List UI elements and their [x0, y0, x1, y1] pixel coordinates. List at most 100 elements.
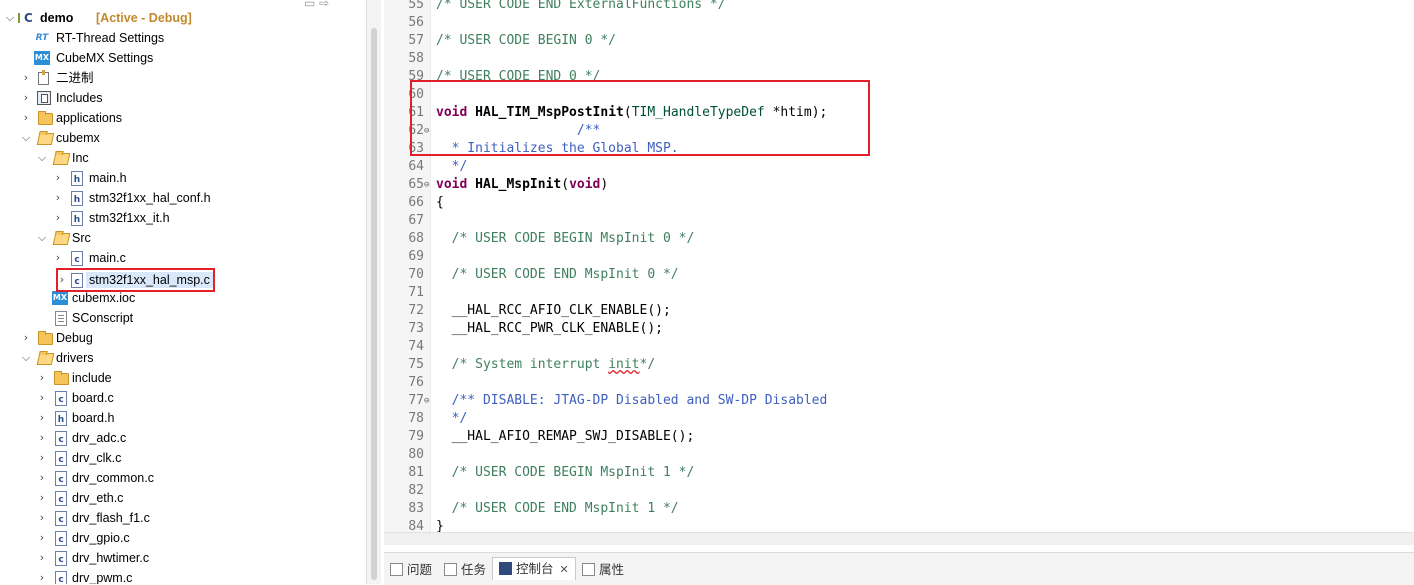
folder-icon — [54, 371, 69, 385]
tree-item-drv-hwtimer-c[interactable]: › c drv_hwtimer.c — [0, 548, 366, 568]
code-line[interactable]: /** DISABLE: JTAG-DP Disabled and SW-DP … — [436, 392, 828, 410]
tree-item-drv-gpio-c[interactable]: › c drv_gpio.c — [0, 528, 366, 548]
code-line[interactable]: */ — [436, 158, 468, 176]
tab-console[interactable]: 控制台 ✕ — [492, 557, 576, 580]
chevron-right-icon[interactable]: › — [36, 470, 48, 486]
chevron-right-icon[interactable]: › — [20, 110, 32, 126]
tree-item-rt-thread-settings[interactable]: RT RT-Thread Settings — [0, 28, 366, 48]
chevron-down-icon[interactable]: ⌵ — [20, 130, 32, 146]
tree-item-inc[interactable]: ⌵ Inc — [0, 148, 366, 168]
properties-icon — [582, 563, 595, 576]
tree-item-cubemx[interactable]: ⌵ cubemx — [0, 128, 366, 148]
close-icon[interactable]: ✕ — [560, 564, 569, 576]
tab-problems[interactable]: 问题 — [390, 559, 432, 581]
editor-horizontal-scrollbar[interactable] — [384, 532, 1414, 545]
code-line[interactable]: /* USER CODE END ExternalFunctions */ — [436, 0, 726, 14]
folder-open-icon — [52, 233, 71, 245]
code-text: */ — [436, 411, 468, 426]
tree-item-drivers[interactable]: ⌵ drivers — [0, 348, 366, 368]
chevron-right-icon[interactable]: › — [36, 510, 48, 526]
tree-item-include[interactable]: › include — [0, 368, 366, 388]
cubemx-icon: MX — [34, 51, 50, 65]
tree-item-board-c[interactable]: › c board.c — [0, 388, 366, 408]
tree-item-drv-flash-f1-c[interactable]: › c drv_flash_f1.c — [0, 508, 366, 528]
tree-item-includes[interactable]: › Includes — [0, 88, 366, 108]
line-number: 73 — [408, 321, 424, 336]
tree-item-label: drv_hwtimer.c — [72, 551, 150, 565]
tree-item-it-h[interactable]: › h stm32f1xx_it.h — [0, 208, 366, 228]
chevron-right-icon[interactable]: › — [36, 550, 48, 566]
chevron-right-icon[interactable]: › — [36, 450, 48, 466]
tree-item-main-h[interactable]: › h main.h — [0, 168, 366, 188]
folder-open-icon — [36, 353, 55, 365]
chevron-down-icon[interactable]: ⌵ — [4, 10, 16, 26]
code-keyword: void — [436, 177, 468, 192]
code-line[interactable]: __HAL_AFIO_REMAP_SWJ_DISABLE(); — [436, 428, 695, 446]
code-line[interactable]: void HAL_MspInit(void) — [436, 176, 608, 194]
chevron-down-icon[interactable]: ⌵ — [20, 350, 32, 366]
tree-item-applications[interactable]: › applications — [0, 108, 366, 128]
chevron-right-icon[interactable]: › — [52, 190, 64, 206]
fold-toggle-icon[interactable]: ⊖ — [424, 392, 429, 410]
chevron-right-icon[interactable]: › — [52, 170, 64, 186]
line-number: 77 — [408, 393, 424, 408]
code-line[interactable]: /* USER CODE BEGIN MspInit 0 */ — [436, 230, 695, 248]
tab-tasks[interactable]: 任务 — [444, 559, 486, 581]
tree-item-binaries[interactable]: › 二进制 — [0, 68, 366, 88]
code-line[interactable]: */ — [436, 410, 468, 428]
chevron-right-icon[interactable]: › — [36, 370, 48, 386]
code-line[interactable]: /* USER CODE END MspInit 1 */ — [436, 500, 679, 518]
chevron-right-icon[interactable]: › — [52, 210, 64, 226]
code-text: /** DISABLE: JTAG-DP Disabled and SW-DP … — [436, 393, 828, 408]
tree-item-drv-eth-c[interactable]: › c drv_eth.c — [0, 488, 366, 508]
c-file-icon: c — [55, 391, 67, 406]
tree-item-drv-common-c[interactable]: › c drv_common.c — [0, 468, 366, 488]
tree-item-label: cubemx.ioc — [72, 291, 136, 305]
tree-item-label: include — [72, 371, 112, 385]
tree-item-label: applications — [56, 111, 123, 125]
chevron-right-icon[interactable]: › — [36, 430, 48, 446]
code-line[interactable]: __HAL_RCC_PWR_CLK_ENABLE(); — [436, 320, 663, 338]
chevron-right-icon[interactable]: › — [52, 250, 64, 266]
explorer-scrollbar-thumb[interactable] — [371, 28, 377, 580]
tab-properties[interactable]: 属性 — [582, 559, 624, 581]
tree-item-sconscript[interactable]: SConscript — [0, 308, 366, 328]
chevron-right-icon[interactable]: › — [20, 90, 32, 106]
tree-item-board-h[interactable]: › h board.h — [0, 408, 366, 428]
tab-label: 问题 — [407, 563, 433, 577]
chevron-right-icon[interactable]: › — [36, 410, 48, 426]
tree-item-drv-adc-c[interactable]: › c drv_adc.c — [0, 428, 366, 448]
code-line[interactable]: { — [436, 194, 444, 212]
explorer-scrollbar-track[interactable] — [366, 0, 381, 584]
tree-item-project-demo[interactable]: ⌵ demo [Active - Debug] — [0, 8, 366, 28]
chevron-right-icon[interactable]: › — [36, 490, 48, 506]
folder-open-icon — [36, 133, 55, 145]
chevron-right-icon[interactable]: › — [36, 390, 48, 406]
chevron-right-icon[interactable]: › — [20, 70, 32, 86]
tree-item-debug[interactable]: › Debug — [0, 328, 366, 348]
chevron-down-icon[interactable]: ⌵ — [36, 230, 48, 246]
tree-item-cubemx-settings[interactable]: MX CubeMX Settings — [0, 48, 366, 68]
line-number: 78 — [408, 411, 424, 426]
code-line[interactable]: /* USER CODE END MspInit 0 */ — [436, 266, 679, 284]
tree-item-label: stm32f1xx_hal_conf.h — [89, 191, 211, 205]
tree-item-drv-pwm-c[interactable]: › c drv_pwm.c — [0, 568, 366, 584]
chevron-right-icon[interactable]: › — [36, 570, 48, 584]
code-text: /* USER CODE BEGIN MspInit 0 */ — [436, 231, 695, 246]
c-file-icon: c — [55, 531, 67, 546]
code-line[interactable]: /* System interrupt init*/ — [436, 356, 656, 374]
tree-item-main-c[interactable]: › c main.c — [0, 248, 366, 268]
c-file-icon: c — [55, 511, 67, 526]
code-line[interactable]: /* USER CODE BEGIN 0 */ — [436, 32, 616, 50]
code-line[interactable]: /* USER CODE BEGIN MspInit 1 */ — [436, 464, 695, 482]
code-line[interactable]: __HAL_RCC_AFIO_CLK_ENABLE(); — [436, 302, 671, 320]
chevron-right-icon[interactable]: › — [36, 530, 48, 546]
chevron-down-icon[interactable]: ⌵ — [36, 150, 48, 166]
tree-item-src[interactable]: ⌵ Src — [0, 228, 366, 248]
tree-item-hal-conf-h[interactable]: › h stm32f1xx_hal_conf.h — [0, 188, 366, 208]
tree-item-drv-clk-c[interactable]: › c drv_clk.c — [0, 448, 366, 468]
fold-toggle-icon[interactable]: ⊖ — [424, 176, 429, 194]
chevron-right-icon[interactable]: › — [20, 330, 32, 346]
includes-icon — [37, 91, 51, 105]
tree-item-label: Includes — [56, 91, 103, 105]
